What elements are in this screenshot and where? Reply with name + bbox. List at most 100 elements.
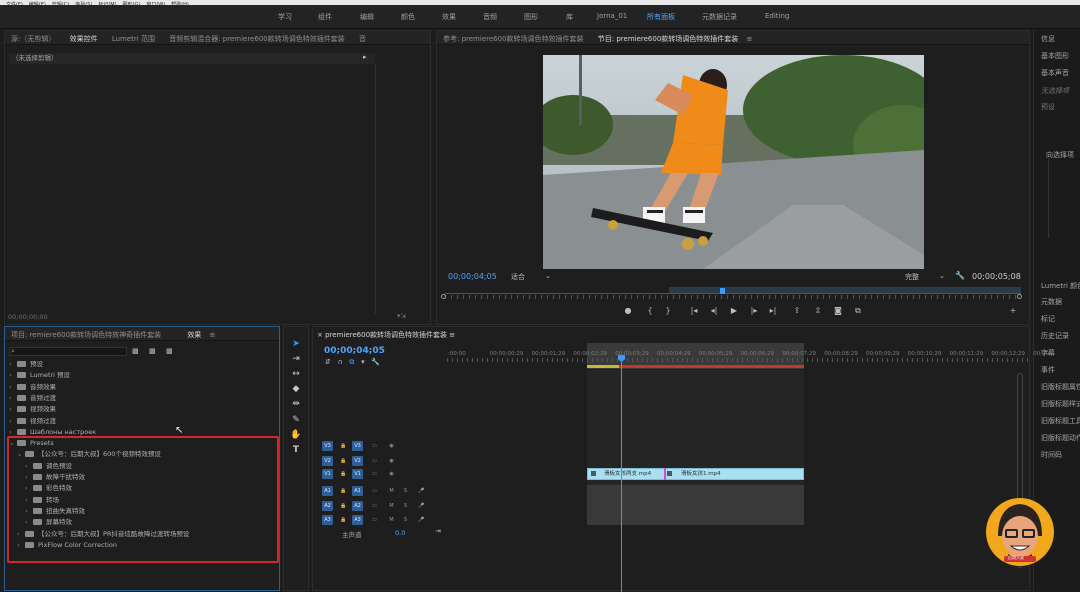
chevron-right-icon[interactable]: › <box>9 370 17 381</box>
nest-icon[interactable]: ⇵ <box>325 358 331 366</box>
workspace-tab[interactable]: 图形 <box>524 12 538 22</box>
solo-button[interactable]: S <box>400 515 411 525</box>
right-panel-item[interactable]: 基本图形 <box>1041 51 1069 61</box>
sync-lock-icon[interactable]: ▭ <box>369 501 380 511</box>
sync-lock-icon[interactable]: ▭ <box>369 469 380 479</box>
tab-audio-clip-mixer[interactable]: 音频剪辑混合器: premiere600款转场调色特效插件套装 <box>163 31 351 44</box>
step-back-icon[interactable]: ◂| <box>708 306 720 315</box>
right-panel-item[interactable]: 时间码 <box>1041 450 1062 460</box>
linked-selection-icon[interactable]: ⧉ <box>349 358 354 366</box>
track-source-patch[interactable]: V1 <box>322 469 333 479</box>
tab-lumetri-scopes[interactable]: Lumetri 范围 <box>106 31 161 44</box>
track-target[interactable]: V3 <box>352 441 363 451</box>
voiceover-icon[interactable]: 🎤 <box>416 501 427 511</box>
solo-button[interactable]: S <box>400 501 411 511</box>
eye-icon[interactable]: ◉ <box>386 441 397 451</box>
effects-tree-item[interactable]: › 音频过渡 <box>9 393 56 404</box>
right-panel-item[interactable]: 元数据 <box>1041 297 1062 307</box>
chevron-right-icon[interactable]: › <box>9 416 17 427</box>
right-panel-item[interactable]: 预设 <box>1041 102 1055 112</box>
solo-button[interactable]: S <box>400 486 411 496</box>
timeline-playhead-line[interactable] <box>621 362 622 592</box>
tab-audio[interactable]: 音 <box>353 31 372 44</box>
right-panel-item[interactable]: 基本声音 <box>1041 68 1069 78</box>
hand-tool-icon[interactable]: ✋ <box>290 429 302 441</box>
fit-dropdown[interactable]: 适合 ⌄ <box>511 272 555 282</box>
mute-button[interactable]: M <box>386 501 397 511</box>
track-source-patch[interactable]: V2 <box>322 456 333 466</box>
workspace-tab[interactable]: 元数据记录 <box>702 12 737 22</box>
type-tool-icon[interactable]: T <box>290 444 302 456</box>
track-source-patch[interactable]: V3 <box>322 441 333 451</box>
workspace-tab[interactable]: Editing <box>765 12 789 20</box>
lift-icon[interactable]: ⇪ <box>791 306 803 315</box>
step-forward-icon[interactable]: |▸ <box>748 306 760 315</box>
lock-icon[interactable]: 🔒 <box>338 501 349 511</box>
workspace-tab[interactable]: 组件 <box>318 12 332 22</box>
add-button-icon[interactable]: + <box>1007 306 1019 315</box>
sync-lock-icon[interactable]: ▭ <box>369 515 380 525</box>
zoom-handle-left[interactable] <box>441 294 446 299</box>
mark-out-icon[interactable]: } <box>662 306 674 315</box>
accelerated-effects-icon[interactable]: ▩ <box>132 347 139 355</box>
mark-in-icon[interactable]: { <box>644 306 656 315</box>
track-target[interactable]: A3 <box>352 515 363 525</box>
chevron-right-icon[interactable]: › <box>9 393 17 404</box>
program-playhead[interactable] <box>720 288 725 294</box>
slip-tool-icon[interactable]: ⇹ <box>290 398 302 410</box>
workspace-tab[interactable]: Jorna_01 <box>597 12 627 20</box>
compare-view-icon[interactable]: ⧉ <box>852 306 864 316</box>
effects-tree-item[interactable]: › Lumetri 预设 <box>9 370 70 381</box>
right-panel-item[interactable]: 向选择项 <box>1046 150 1074 160</box>
program-scrub-track[interactable] <box>445 293 1021 294</box>
timeline-timecode[interactable]: 00;00;04;05 <box>324 346 385 356</box>
32bit-effects-icon[interactable]: ▩ <box>149 347 156 355</box>
track-select-tool-icon[interactable]: ⇥ <box>290 353 302 365</box>
voiceover-icon[interactable]: 🎤 <box>416 486 427 496</box>
eye-icon[interactable]: ◉ <box>386 456 397 466</box>
mute-button[interactable]: M <box>386 486 397 496</box>
program-ruler[interactable] <box>445 295 1021 299</box>
play-icon[interactable]: ▶ <box>728 306 740 315</box>
menu-icon[interactable]: ≡ <box>210 331 216 339</box>
go-to-out-icon[interactable]: ▸| <box>767 306 779 315</box>
right-panel-item[interactable]: 旧版标题动作 <box>1041 433 1080 443</box>
quality-dropdown[interactable]: 完整 ⌄ <box>905 272 949 282</box>
ripple-edit-tool-icon[interactable]: ↔ <box>290 368 302 380</box>
track-source-patch[interactable]: A1 <box>322 486 333 496</box>
right-panel-item[interactable]: 事件 <box>1041 365 1055 375</box>
mix-value[interactable]: 0.0 <box>395 529 405 537</box>
tab-program[interactable]: 节目: premiere600款转场调色特效插件套装 <box>592 31 745 44</box>
lock-icon[interactable]: 🔒 <box>338 441 349 451</box>
wrench-icon[interactable]: 🔧 <box>955 271 965 280</box>
selection-tool-icon[interactable]: ➤ <box>290 338 302 350</box>
effects-tree-item[interactable]: › 视频过渡 <box>9 416 56 427</box>
workspace-tab[interactable]: 编辑 <box>360 12 374 22</box>
effects-tree-item[interactable]: › 预设 <box>9 359 43 370</box>
marker-icon[interactable]: ▾ <box>361 358 365 366</box>
export-frame-icon[interactable]: ◙ <box>832 306 844 315</box>
lock-icon[interactable]: 🔒 <box>338 486 349 496</box>
chevron-right-icon[interactable]: › <box>9 404 17 415</box>
menu-icon[interactable]: ≡ <box>449 331 455 339</box>
chevron-right-icon[interactable]: › <box>9 382 17 393</box>
tab-source[interactable]: 源:（无剪辑） <box>5 31 61 44</box>
workspace-tab[interactable]: 所有面板 <box>647 12 675 22</box>
workspace-tab[interactable]: 颜色 <box>401 12 415 22</box>
tab-reference[interactable]: 参考: premiere600款转场调色特效插件套装 <box>437 31 590 44</box>
right-panel-item[interactable]: 无选择项 <box>1041 86 1069 96</box>
sync-lock-icon[interactable]: ▭ <box>369 441 380 451</box>
eye-icon[interactable]: ◉ <box>386 469 397 479</box>
go-to-in-icon[interactable]: |◂ <box>688 306 700 315</box>
voiceover-icon[interactable]: 🎤 <box>416 515 427 525</box>
lock-icon[interactable]: 🔒 <box>338 515 349 525</box>
timeline-tab[interactable]: × premiere600款转场调色特效插件套装 ≡ <box>317 330 455 340</box>
workspace-tab[interactable]: 库 <box>566 12 573 22</box>
effects-tree-item[interactable]: › 视频效果 <box>9 404 56 415</box>
sync-lock-icon[interactable]: ▭ <box>369 486 380 496</box>
right-panel-item[interactable]: 标记 <box>1041 314 1055 324</box>
workspace-tab[interactable]: 效果 <box>442 12 456 22</box>
sync-lock-icon[interactable]: ▭ <box>369 456 380 466</box>
tab-project[interactable]: 项目: remiere600款转场调色特效神奇插件套装 <box>5 327 167 340</box>
right-panel-item[interactable]: Lumetri 颜色 <box>1041 281 1080 291</box>
